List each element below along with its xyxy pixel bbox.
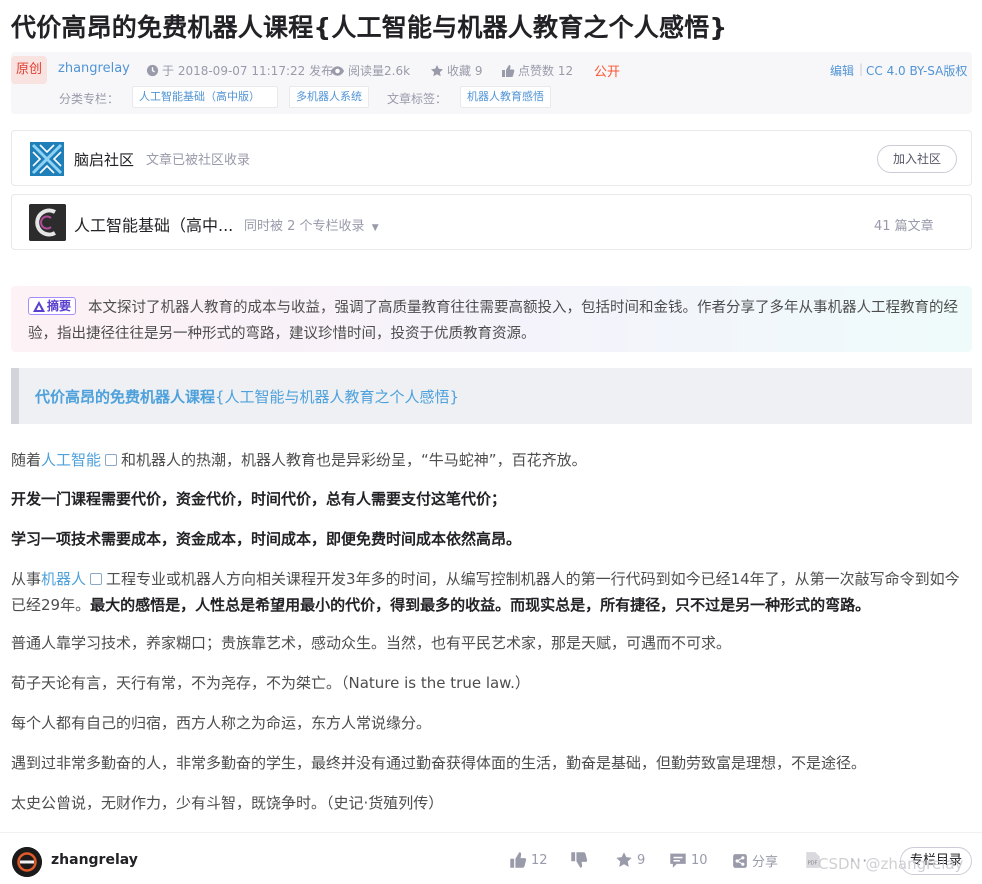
paragraph-7: 每个人都有自己的归宿，西方人称之为命运，东方人常说缘分。	[11, 714, 432, 732]
community-logo-icon	[30, 142, 64, 176]
caret-down-icon: ▼	[371, 223, 379, 233]
join-community-button[interactable]: 加入社区	[877, 145, 957, 173]
read-count-text: 阅读量2.6k	[348, 64, 411, 78]
column-tag-multi-robot[interactable]: 多机器人系统	[289, 86, 369, 108]
comment-icon	[670, 853, 686, 868]
read-count: 阅读量2.6k	[330, 62, 410, 79]
dislike-button[interactable]	[570, 851, 592, 869]
article-tag-robot-education[interactable]: 机器人教育感悟	[460, 86, 551, 108]
p4-text-a: 从事	[11, 570, 42, 588]
column-label: 分类专栏：	[59, 92, 120, 106]
original-badge: 原创	[11, 56, 47, 84]
column-collect-dropdown[interactable]: 同时被 2 个专栏收录 ▼	[244, 215, 379, 234]
p4-strong-text: 最大的感悟是，人性总是希望用最小的代价，得到最多的收益。而现实总是，所有捷径，只…	[90, 596, 871, 614]
robot-keyword-link[interactable]: 机器人	[41, 570, 86, 588]
bottom-author-name[interactable]: zhangrelay	[51, 852, 138, 868]
community-card: 脑启社区 文章已被社区收录 加入社区	[11, 130, 972, 186]
quote-text: 代价高昂的免费机器人课程{人工智能与机器人教育之个人感悟}	[35, 386, 459, 407]
comment-button[interactable]: 10	[669, 851, 708, 869]
share-icon	[733, 853, 747, 868]
quote-rest: {人工智能与机器人教育之个人感悟}	[215, 388, 460, 406]
external-link-icon	[105, 454, 118, 466]
like-button[interactable]: 12	[509, 851, 548, 869]
edit-link[interactable]: 编辑	[830, 62, 854, 79]
column-thumbnail	[29, 204, 66, 241]
share-label: 分享	[752, 855, 779, 870]
column-article-count: 41 篇文章	[874, 219, 934, 234]
column-card: 人工智能基础（高中... 同时被 2 个专栏收录 ▼ 41 篇文章	[11, 194, 972, 250]
bottom-toolbar: zhangrelay 12 9 10 分享 PDF ··· 专栏目录 CSDN …	[0, 832, 982, 884]
community-name[interactable]: 脑启社区	[74, 149, 134, 170]
publish-date-text: 于 2018-09-07 11:17:22 发布	[162, 64, 334, 78]
paragraph-9: 太史公曾说，无财作力，少有斗智，既饶争时。（史记·货殖列传）	[11, 794, 444, 812]
paragraph-4: 从事机器人 工程专业或机器人方向相关课程开发3年多的时间，从编写控制机器人的第一行…	[11, 566, 973, 618]
like-count: 12	[531, 852, 548, 868]
favorite-count-text: 收藏 9	[447, 64, 483, 78]
title-quote-block: 代价高昂的免费机器人课程{人工智能与机器人教育之个人感悟}	[11, 368, 972, 424]
summary-badge: 摘要	[28, 297, 77, 315]
column-name[interactable]: 人工智能基础（高中...	[74, 212, 233, 236]
paragraph-8: 遇到过非常多勤奋的人，非常多勤奋的学生，最终并没有通过勤奋获得体面的生活，勤奋是…	[11, 754, 867, 772]
community-note: 文章已被社区收录	[146, 153, 251, 168]
summary-badge-text: 摘要	[47, 299, 72, 313]
favorite-count: 9	[637, 852, 646, 868]
star-icon	[431, 64, 443, 76]
column-collect-text: 同时被 2 个专栏收录	[244, 219, 365, 234]
quote-bold: 代价高昂的免费机器人课程	[35, 388, 216, 406]
favorite-count[interactable]: 收藏 9	[430, 62, 482, 79]
paragraph-3: 学习一项技术需要成本，资金成本，时间成本，即便免费时间成本依然高昂。	[11, 530, 522, 548]
meta-divider: |	[859, 62, 864, 76]
p1-text-a: 随着	[11, 451, 42, 469]
thumbs-up-icon	[510, 852, 527, 868]
thumbs-down-icon	[571, 852, 588, 868]
like-count[interactable]: 点赞数 12	[501, 62, 573, 79]
ai-logo-icon	[33, 300, 45, 312]
license-link[interactable]: CC 4.0 BY-SA版权	[866, 62, 967, 79]
tags-label: 文章标签：	[387, 92, 448, 106]
author-link[interactable]: zhangrelay	[58, 61, 130, 76]
p1-text-b: 和机器人的热潮，机器人教育也是异彩纷呈，“牛马蛇神”，百花齐放。	[121, 451, 587, 469]
paragraph-2: 开发一门课程需要代价，资金代价，时间代价，总有人需要支付这笔代价；	[11, 490, 507, 508]
article-meta: 原创 zhangrelay 于 2018-09-07 11:17:22 发布 阅…	[11, 52, 972, 114]
paragraph-6: 荀子天论有言，天行有常，不为尧存，不为桀亡。（Nature is the tru…	[11, 674, 530, 692]
svg-text:PDF: PDF	[808, 861, 818, 867]
paragraph-5: 普通人靠学习技术，养家糊口；贵族靠艺术，感动众生。当然，也有平民艺术家，那是天赋…	[11, 634, 732, 652]
csdn-watermark: CSDN @zhangrelay	[818, 855, 964, 873]
favorite-button[interactable]: 9	[615, 851, 645, 869]
article-title: 代价高昂的免费机器人课程{人工智能与机器人教育之个人感悟}	[11, 13, 728, 42]
star-icon	[616, 852, 632, 867]
paragraph-1: 随着人工智能 和机器人的热潮，机器人教育也是异彩纷呈，“牛马蛇神”，百花齐放。	[11, 447, 587, 473]
ai-keyword-link[interactable]: 人工智能	[41, 451, 101, 469]
like-count-text: 点赞数 12	[518, 64, 574, 78]
visibility-label: 公开	[594, 65, 621, 80]
thumbs-up-icon	[502, 64, 515, 77]
comment-count: 10	[691, 852, 708, 868]
external-link-icon	[90, 573, 103, 585]
author-avatar[interactable]	[12, 847, 42, 877]
summary-text: 本文探讨了机器人教育的成本与收益，强调了高质量教育往往需要高额投入，包括时间和金…	[28, 300, 958, 342]
eye-icon	[330, 65, 345, 76]
column-tag-ai-basics[interactable]: 人工智能基础（高中版）	[132, 86, 278, 108]
ai-summary: 本文探讨了机器人教育的成本与收益，强调了高质量教育往往需要高额投入，包括时间和金…	[11, 286, 972, 352]
clock-icon	[146, 64, 159, 77]
share-button[interactable]: 分享	[732, 851, 778, 870]
publish-date: 于 2018-09-07 11:17:22 发布	[146, 62, 333, 79]
